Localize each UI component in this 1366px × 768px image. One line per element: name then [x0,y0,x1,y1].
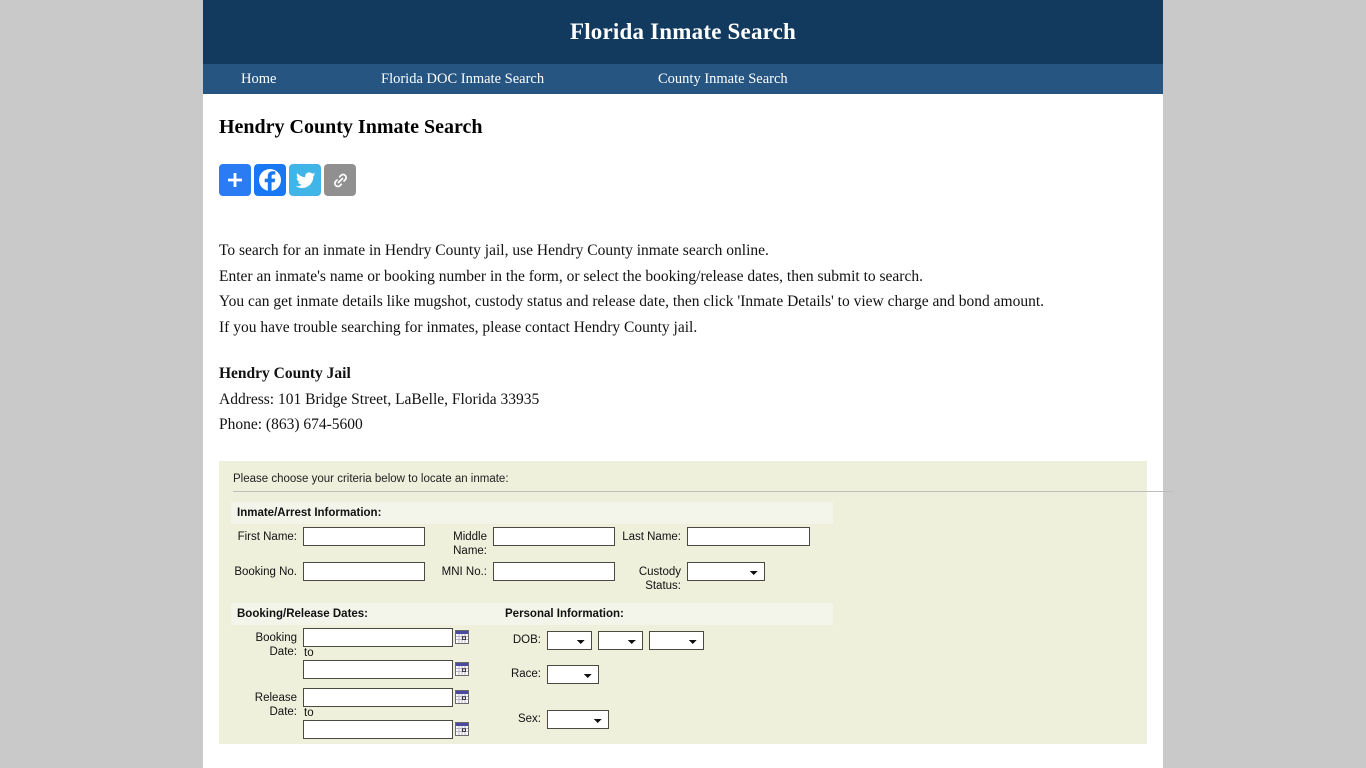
last-name-label: Last Name: [622,530,681,543]
booking-date-row: Booking Date: to [231,627,499,679]
booking-date-to-label: to [304,646,314,659]
booking-no-label: Booking No. [234,565,297,578]
middle-name-input[interactable] [493,526,615,546]
middle-name-label: Middle Name: [453,530,487,557]
race-row: Race: [499,664,833,684]
booking-row: Booking No. MNI No.: Custody Status: [231,561,1135,593]
calendar-icon[interactable] [455,630,469,644]
section-header-booking-release-dates: Booking/Release Dates: [237,607,369,620]
criteria-instruction: Please choose your criteria below to loc… [233,472,509,485]
link-icon [331,171,350,190]
content-area: Hendry County Inmate Search To search fo… [203,94,1173,744]
dob-month-select[interactable] [547,630,592,650]
booking-date-label: Booking Date: [255,631,297,658]
intro-line-2: Enter an inmate's name or booking number… [219,267,923,285]
nav-item-home[interactable]: Home [241,71,381,88]
intro-line-4: If you have trouble searching for inmate… [219,318,698,336]
booking-date-range: to [303,627,469,679]
release-date-row: Release Date: to [231,687,499,739]
booking-date-to-input[interactable] [303,659,453,679]
release-date-from-input[interactable] [303,687,453,707]
jail-info: Hendry County Jail Address: 101 Bridge S… [219,340,1147,438]
release-date-to-line [303,719,469,739]
custody-status-select[interactable] [687,561,765,581]
sex-select[interactable] [547,709,609,729]
first-name-label: First Name: [237,530,297,543]
section-header-dates-personal: Booking/Release Dates: Personal Informat… [231,602,833,625]
sex-row: Sex: [499,709,833,729]
calendar-icon[interactable] [455,662,469,676]
intro-paragraph: To search for an inmate in Hendry County… [219,196,1124,340]
site-title: Florida Inmate Search [569,19,797,44]
booking-date-from-input[interactable] [303,627,453,647]
main-navigation: Home Florida DOC Inmate Search County In… [203,64,1163,94]
release-date-to-label: to [304,706,314,719]
intro-line-1: To search for an inmate in Hendry County… [219,242,769,259]
share-copy-link-button[interactable] [324,164,356,196]
booking-no-input[interactable] [303,561,425,581]
dob-day-select[interactable] [598,630,643,650]
inmate-search-form: Please choose your criteria below to loc… [219,460,1173,744]
share-facebook-button[interactable] [254,164,286,196]
jail-phone: Phone: (863) 674-5600 [219,416,363,433]
intro-line-3: You can get inmate details like mugshot,… [219,293,1045,310]
release-date-to-input[interactable] [303,719,453,739]
last-name-input[interactable] [687,526,810,546]
page-title: Hendry County Inmate Search [219,116,483,138]
dates-personal-fields: Booking Date: to Release Date: to DOB: R… [231,625,1135,744]
race-select[interactable] [547,664,599,684]
name-row: First Name: Middle Name: Last Name: [231,526,1135,558]
release-date-label: Release Date: [254,691,297,718]
share-buttons [219,164,1147,196]
page-container: Florida Inmate Search Home Florida DOC I… [203,0,1173,768]
sex-label: Sex: [517,712,541,725]
calendar-icon[interactable] [455,722,469,736]
section-header-inmate-arrest: Inmate/Arrest Information: [231,501,833,524]
booking-date-to-line [303,659,469,679]
dob-label: DOB: [512,633,541,646]
race-label: Race: [510,667,541,680]
section-header-personal-information: Personal Information: [505,607,624,620]
dates-column: Booking Date: to Release Date: to [231,627,499,744]
dob-year-select[interactable] [649,630,704,650]
jail-name: Hendry County Jail [219,365,351,382]
jail-address: Address: 101 Bridge Street, LaBelle, Flo… [219,390,540,408]
twitter-icon [295,170,316,191]
inmate-arrest-fields: First Name: Middle Name: Last Name: Book… [231,524,1135,593]
custody-status-label: Custody Status: [638,565,681,592]
site-header: Florida Inmate Search [203,0,1163,64]
mni-no-input[interactable] [493,561,615,581]
mni-no-label: MNI No.: [441,565,487,578]
release-date-range: to [303,687,469,739]
nav-item-county-inmate-search[interactable]: County Inmate Search [658,71,788,88]
nav-item-florida-doc-inmate-search[interactable]: Florida DOC Inmate Search [381,71,658,88]
dob-row: DOB: [499,630,833,650]
calendar-icon[interactable] [455,690,469,704]
personal-column: DOB: Race: Sex: [499,628,833,744]
plus-icon [225,170,245,190]
first-name-input[interactable] [303,526,425,546]
release-date-from-line [303,687,469,707]
facebook-icon [258,168,282,192]
share-addthis-button[interactable] [219,164,251,196]
criteria-divider [233,490,1173,492]
share-twitter-button[interactable] [289,164,321,196]
booking-date-from-line [303,627,469,647]
